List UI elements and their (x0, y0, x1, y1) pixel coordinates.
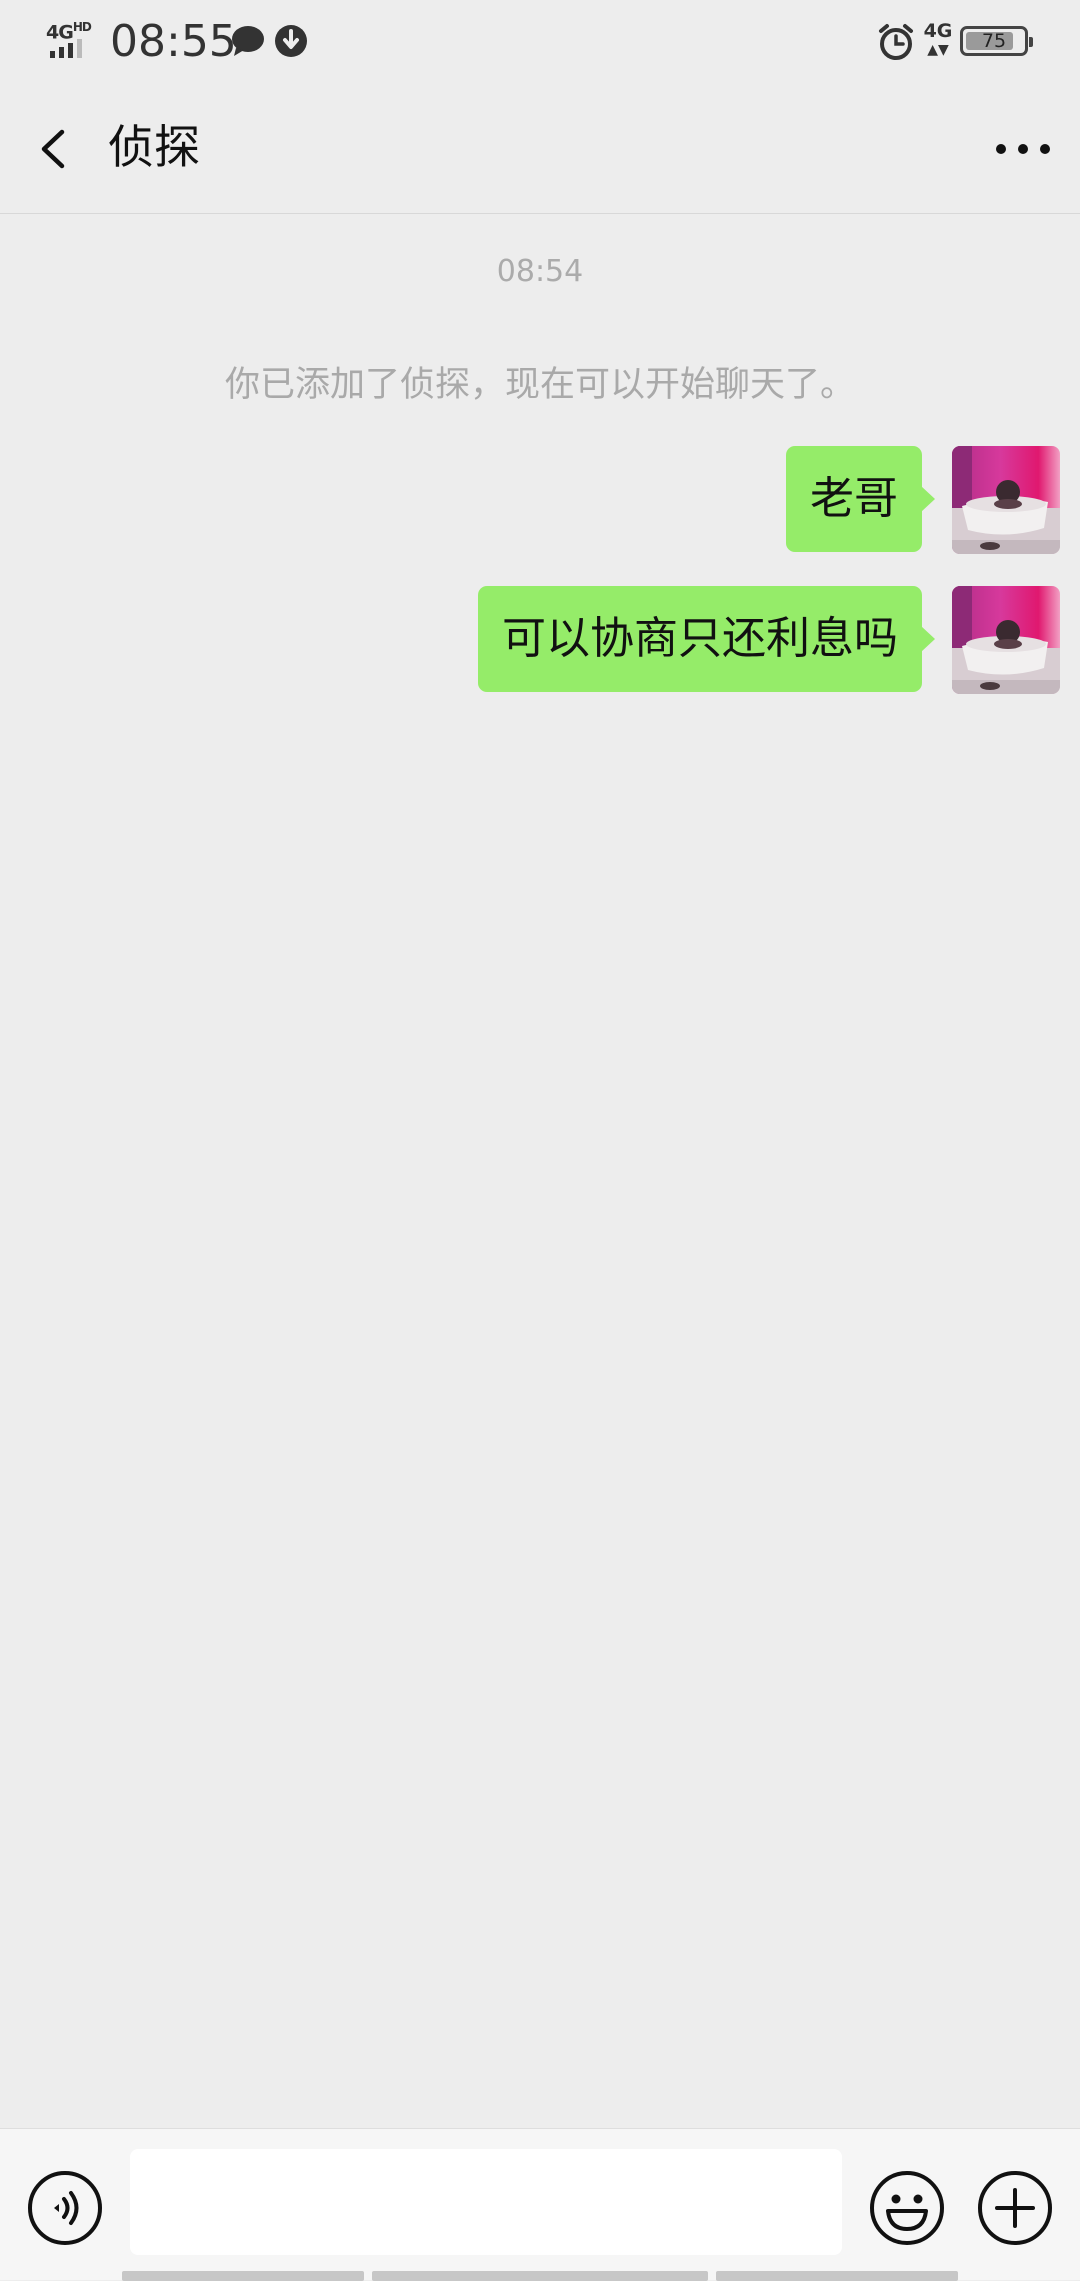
chat-title: 侦探 (108, 120, 200, 174)
sent-message-bubble[interactable]: 老哥 (786, 446, 935, 552)
data-arrows-icon: ▲▼ (927, 42, 949, 58)
voice-icon (28, 2171, 102, 2245)
sent-message-bubble[interactable]: 可以协商只还利息吗 (478, 586, 935, 692)
battery-level: 75 (981, 30, 1007, 52)
plus-icon (978, 2171, 1052, 2245)
status-bar: 4GHD 08:55 4G ▲▼ 75 (0, 0, 1080, 84)
chat-header: 侦探 (0, 84, 1080, 214)
back-button[interactable] (28, 116, 88, 182)
emoji-icon (870, 2171, 944, 2245)
avatar[interactable] (952, 586, 1060, 694)
more-dots-icon (996, 144, 1050, 154)
network-type-right: 4G ▲▼ (920, 20, 956, 64)
message-input[interactable] (130, 2149, 842, 2255)
chat-notification-icon (232, 26, 264, 56)
network-hd-label: HD (72, 20, 92, 34)
input-bar (0, 2128, 1080, 2281)
status-time: 08:55 (110, 16, 237, 67)
sent-message-row: 可以协商只还利息吗 (478, 586, 1060, 694)
voice-input-button[interactable] (26, 2169, 104, 2247)
emoji-button[interactable] (868, 2169, 946, 2247)
cellular-signal-icon: 4GHD (46, 20, 100, 60)
sent-message-row: 老哥 (786, 446, 1060, 554)
more-functions-button[interactable] (976, 2169, 1054, 2247)
avatar[interactable] (952, 446, 1060, 554)
more-options-button[interactable] (988, 116, 1058, 182)
message-timestamp: 08:54 (496, 254, 584, 289)
alarm-icon (879, 24, 913, 60)
system-notice: 你已添加了侦探，现在可以开始聊天了。 (224, 365, 855, 405)
download-notification-icon (275, 25, 307, 57)
battery-icon: 75 (960, 26, 1033, 56)
